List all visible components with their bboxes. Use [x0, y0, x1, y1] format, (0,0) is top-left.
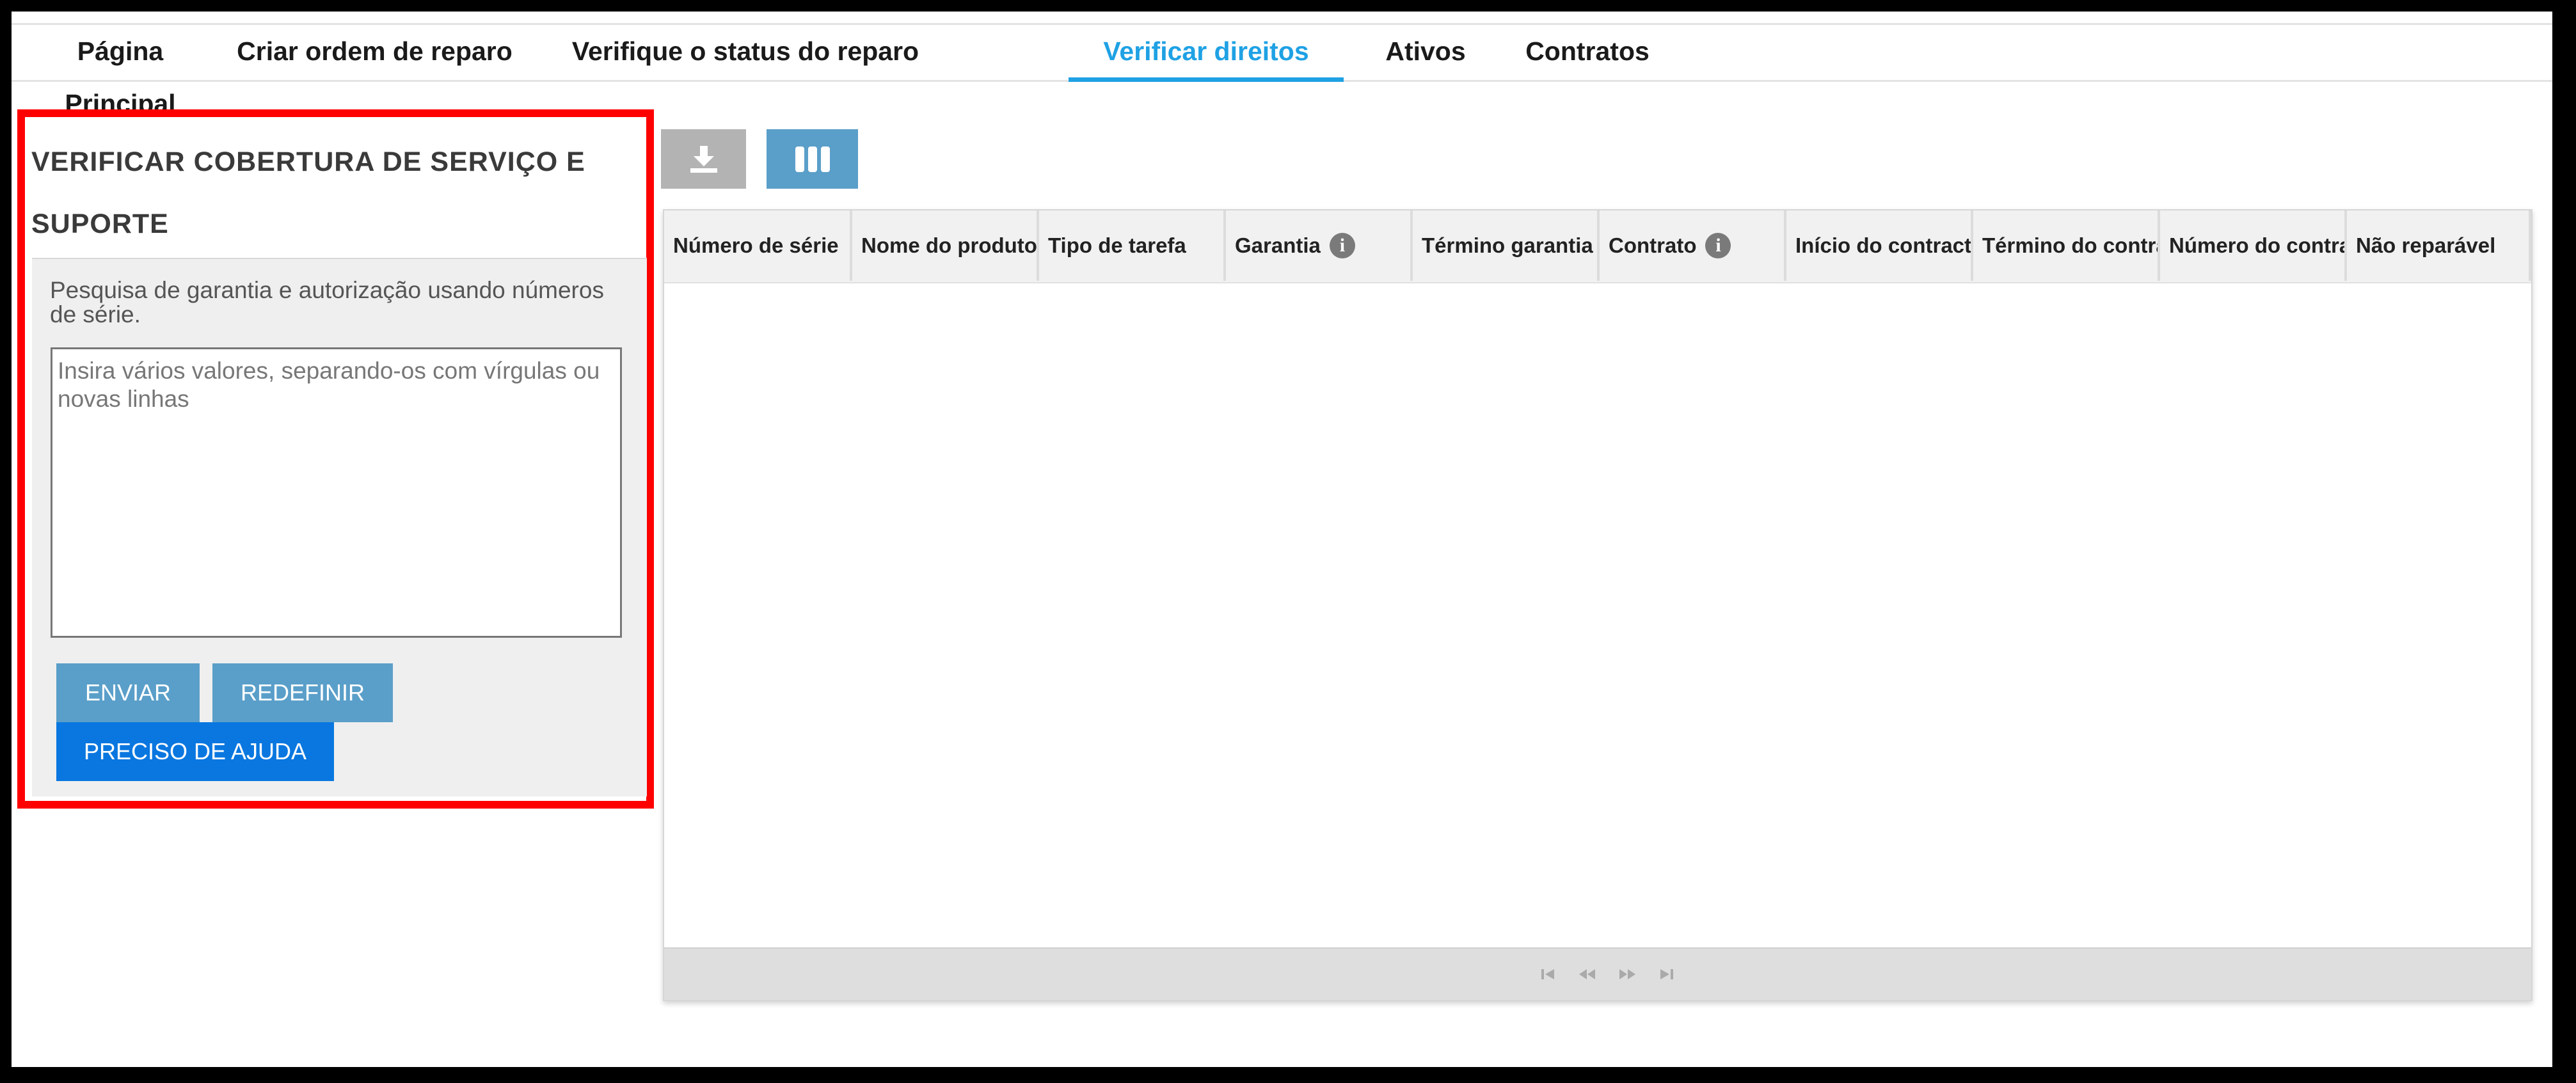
column-header-label: Tipo de tarefa [1048, 233, 1186, 257]
tab-contratos[interactable]: Contratos [1511, 25, 1664, 82]
column-header-contrato[interactable]: Contrato i [1600, 210, 1786, 281]
column-header-label: Número de série [673, 233, 839, 257]
tab-pagina-principal[interactable]: Página Principal [50, 25, 191, 118]
column-header-inicio-do-contrato[interactable]: Início do contract [1786, 210, 1973, 281]
column-header-tipo-de-tarefa[interactable]: Tipo de tarefa [1039, 210, 1226, 281]
column-header-label: Término do contrato [1982, 233, 2158, 257]
app-frame: Página Principal Criar ordem de reparo V… [12, 12, 2552, 1067]
tab-ativos[interactable]: Ativos [1371, 25, 1480, 82]
column-header-nao-reparavel[interactable]: Não reparável [2347, 210, 2531, 281]
column-header-label: Término garantia [1422, 233, 1593, 257]
info-icon[interactable]: i [1329, 233, 1355, 258]
column-header-label: Início do contract [1795, 233, 1972, 257]
column-header-garantia[interactable]: Garantia i [1226, 210, 1413, 281]
panel-body: Pesquisa de garantia e autorização usand… [32, 258, 647, 796]
panel-description: Pesquisa de garantia e autorização usand… [50, 277, 604, 328]
grid-header: Número de série Nome do produto Tipo de … [664, 210, 2531, 283]
column-header-numero-de-serie[interactable]: Número de série [664, 210, 852, 281]
column-header-label: Contrato [1609, 233, 1697, 257]
first-page-icon[interactable] [1536, 949, 1561, 1000]
download-icon [690, 145, 717, 173]
next-page-icon[interactable] [1615, 949, 1641, 1000]
tab-verifique-status-reparo[interactable]: Verifique o status do reparo [557, 25, 934, 82]
column-header-label: Número do contrato [2169, 233, 2344, 257]
panel-title: VERIFICAR COBERTURA DE SERVIÇO E SUPORTE [31, 146, 585, 239]
help-button[interactable]: PRECISO DE AJUDA [56, 722, 334, 781]
entitlement-grid: Número de série Nome do produto Tipo de … [663, 209, 2532, 1001]
column-header-label: Nome do produto [861, 233, 1037, 257]
tab-criar-ordem-de-reparo[interactable]: Criar ordem de reparo [229, 25, 520, 82]
columns-button[interactable] [767, 129, 858, 189]
column-header-label: Garantia [1235, 233, 1321, 257]
top-navigation: Página Principal Criar ordem de reparo V… [12, 23, 2552, 118]
column-header-nome-do-produto[interactable]: Nome do produto [852, 210, 1039, 281]
submit-button[interactable]: ENVIAR [56, 663, 200, 722]
last-page-icon[interactable] [1653, 949, 1679, 1000]
column-header-label: Não reparável [2356, 233, 2496, 257]
service-coverage-panel: VERIFICAR COBERTURA DE SERVIÇO E SUPORTE… [17, 109, 654, 809]
column-header-termino-do-contrato[interactable]: Término do contrato [1973, 210, 2160, 281]
column-header-numero-do-contrato[interactable]: Número do contrato [2160, 210, 2347, 281]
download-button[interactable] [661, 129, 746, 189]
columns-icon [795, 146, 830, 172]
serial-numbers-input[interactable] [51, 347, 622, 638]
grid-pagination [664, 947, 2531, 1000]
column-header-termino-garantia[interactable]: Término garantia [1413, 210, 1600, 281]
reset-button[interactable]: REDEFINIR [212, 663, 393, 722]
previous-page-icon[interactable] [1574, 949, 1600, 1000]
info-icon[interactable]: i [1705, 233, 1731, 258]
tab-verificar-direitos[interactable]: Verificar direitos [1069, 25, 1344, 82]
